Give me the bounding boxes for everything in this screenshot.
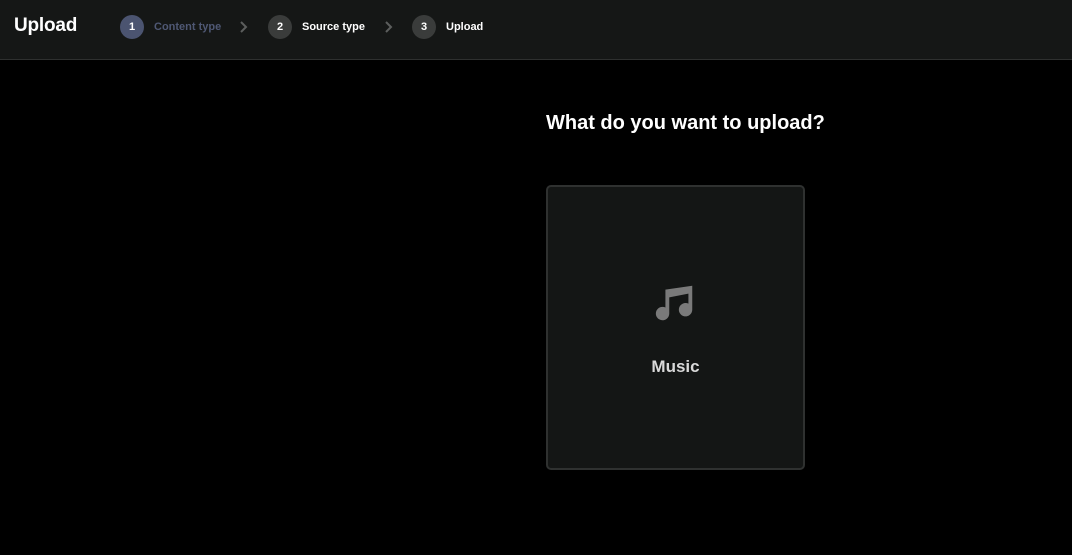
step-upload[interactable]: 3 Upload: [412, 15, 483, 39]
step-content-type[interactable]: 1 Content type: [120, 15, 221, 39]
step-label: Source type: [302, 21, 365, 33]
music-note-icon: [655, 285, 693, 321]
music-option-card[interactable]: Music: [546, 185, 805, 470]
step-number: 3: [412, 15, 436, 39]
step-label: Upload: [446, 21, 484, 33]
chevron-right-icon: [385, 21, 393, 33]
step-source-type[interactable]: 2 Source type: [268, 15, 365, 39]
top-bar: Upload 1 Content type 2 Source type 3 Up…: [0, 0, 1072, 60]
step-number: 2: [268, 15, 292, 39]
upload-question: What do you want to upload?: [546, 112, 825, 134]
step-label: Content type: [154, 21, 222, 33]
page-title: Upload: [14, 15, 78, 36]
music-option-label: Music: [651, 357, 700, 376]
step-number: 1: [120, 15, 144, 39]
chevron-right-icon: [240, 21, 248, 33]
